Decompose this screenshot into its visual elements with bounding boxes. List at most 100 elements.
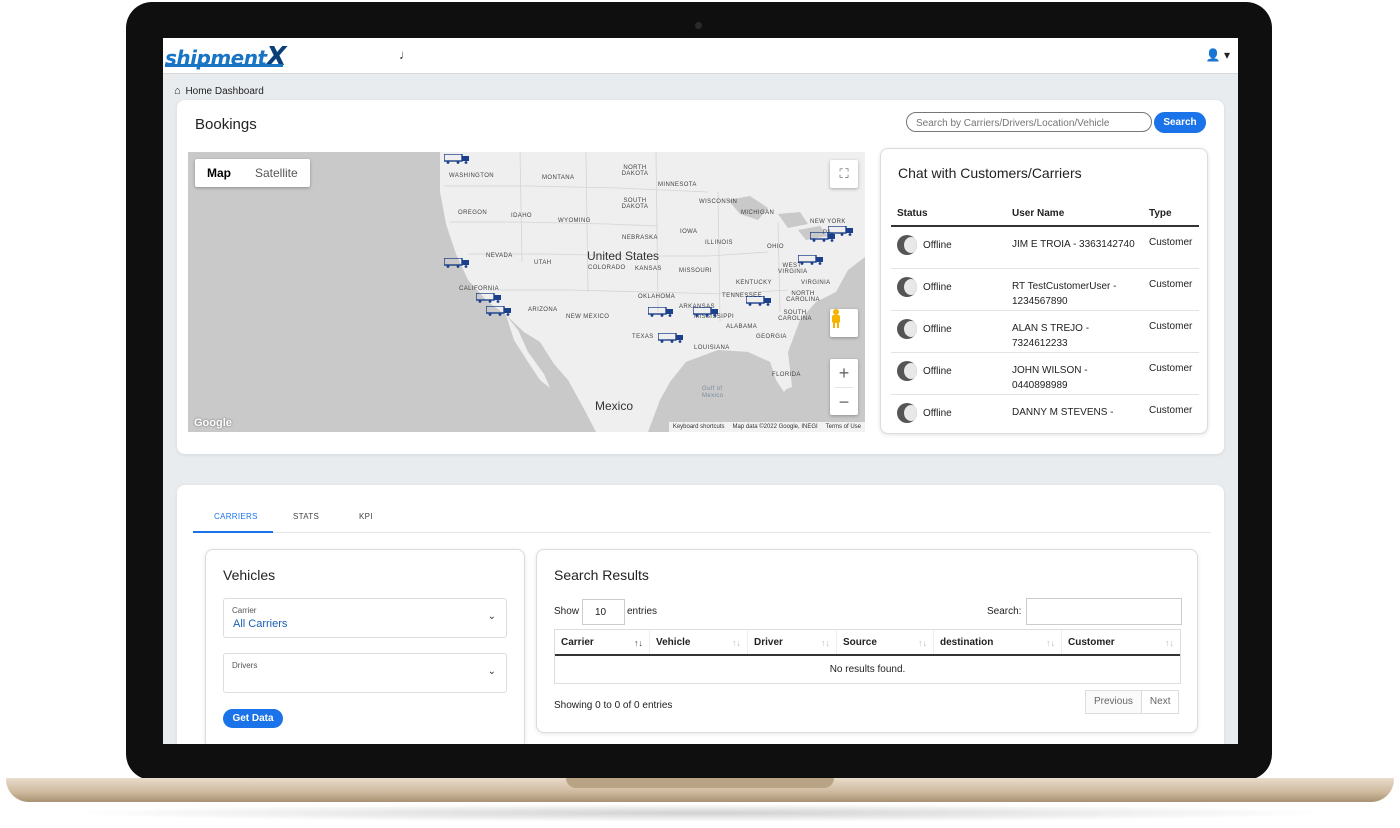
tab-stats[interactable]: STATS bbox=[293, 512, 319, 521]
empty-results-message: No results found. bbox=[829, 664, 906, 675]
user-menu-icon[interactable]: 👤 ▾ bbox=[1206, 48, 1230, 62]
tab-carriers[interactable]: CARRIERS bbox=[214, 512, 258, 521]
chat-username: ALAN S TREJO - 7324612233 bbox=[1012, 323, 1090, 349]
fullscreen-icon[interactable]: ⛶ bbox=[830, 160, 858, 188]
chat-row[interactable]: Offline JIM E TROIA - 3363142740 Custome… bbox=[891, 227, 1199, 269]
chat-status: Offline bbox=[923, 282, 952, 293]
map-type-satellite[interactable]: Satellite bbox=[243, 159, 310, 187]
chat-col-type: Type bbox=[1149, 207, 1172, 219]
chat-row[interactable]: Offline RT TestCustomerUser - 1234567890… bbox=[891, 269, 1199, 311]
google-logo: Google bbox=[194, 417, 232, 429]
avatar-icon bbox=[897, 319, 917, 339]
map-label-state: WISCONSIN bbox=[699, 199, 738, 205]
breadcrumb: ⌂ Home Dashboard bbox=[174, 85, 264, 97]
bookings-title: Bookings bbox=[195, 116, 257, 133]
map-label-mexico: Mexico bbox=[595, 399, 634, 413]
map-label-state: MICHIGAN bbox=[741, 210, 775, 216]
terms-of-use-link[interactable]: Terms of Use bbox=[826, 424, 861, 430]
map-label-state: NEVADA bbox=[486, 253, 513, 259]
table-info: Showing 0 to 0 of 0 entries bbox=[554, 700, 673, 711]
truck-marker-icon[interactable] bbox=[486, 306, 512, 316]
zoom-in-button[interactable]: + bbox=[839, 359, 850, 387]
truck-marker-icon[interactable] bbox=[828, 226, 854, 236]
chat-row[interactable]: Offline DANNY M STEVENS - Customer bbox=[891, 395, 1199, 433]
map-label-state: VIRGINIA bbox=[801, 280, 831, 286]
map-label-state: NEW MEXICO bbox=[566, 314, 610, 320]
col-carrier[interactable]: Carrier ↑↓ bbox=[555, 630, 650, 654]
map-label-gulf-mexico: Mexico bbox=[702, 393, 724, 399]
map-label-state: UTAH bbox=[534, 260, 552, 266]
sort-icon: ↑↓ bbox=[732, 638, 741, 648]
chat-col-status: Status bbox=[897, 207, 928, 219]
col-destination-label: destination bbox=[940, 637, 994, 648]
col-driver[interactable]: Driver ↑↓ bbox=[748, 630, 837, 654]
next-button[interactable]: Next bbox=[1142, 691, 1179, 713]
search-results-title: Search Results bbox=[554, 567, 649, 583]
chat-type: Customer bbox=[1149, 237, 1193, 248]
active-tab-indicator bbox=[193, 531, 273, 533]
keyboard-shortcuts-link[interactable]: Keyboard shortcuts bbox=[673, 424, 725, 430]
map-label-state: COLORADO bbox=[588, 265, 626, 271]
map-label-state: KANSAS bbox=[635, 266, 662, 272]
map-label-state: NEBRASKA bbox=[622, 235, 658, 241]
truck-marker-icon[interactable] bbox=[746, 296, 772, 306]
map-label-state: ILLINOIS bbox=[705, 240, 733, 246]
table-search-input[interactable] bbox=[1026, 598, 1182, 625]
previous-button[interactable]: Previous bbox=[1086, 691, 1142, 713]
map-label-state: FLORIDA bbox=[772, 372, 801, 378]
col-vehicle[interactable]: Vehicle ↑↓ bbox=[650, 630, 748, 654]
truck-marker-icon[interactable] bbox=[444, 154, 470, 164]
home-icon[interactable]: ⌂ bbox=[174, 85, 181, 97]
booking-search-input[interactable] bbox=[907, 114, 1151, 133]
truck-marker-icon[interactable] bbox=[648, 307, 674, 317]
map-label-state: OHIO bbox=[767, 244, 784, 250]
map-label-state: WASHINGTON bbox=[449, 173, 495, 179]
map-label-state: SOUTH DAKOTA bbox=[621, 198, 649, 210]
map-label-state: LOUISIANA bbox=[694, 345, 730, 351]
laptop-base-notch bbox=[566, 778, 834, 788]
map-type-map[interactable]: Map bbox=[195, 159, 243, 187]
breadcrumb-home-dashboard[interactable]: Home Dashboard bbox=[185, 86, 263, 97]
truck-marker-icon[interactable] bbox=[476, 293, 502, 303]
map-label-state: ARIZONA bbox=[528, 307, 558, 313]
search-button[interactable]: Search bbox=[1154, 112, 1206, 133]
chat-username: JOHN WILSON - 0440898989 bbox=[1012, 365, 1088, 391]
get-data-button[interactable]: Get Data bbox=[223, 709, 283, 728]
carrier-select-value: All Carriers bbox=[233, 618, 288, 630]
entries-length-input[interactable] bbox=[582, 599, 625, 625]
shipmentx-logo[interactable]: shipmentX bbox=[165, 42, 287, 72]
col-source[interactable]: Source ↑↓ bbox=[837, 630, 934, 654]
show-label: Show bbox=[554, 606, 580, 617]
truck-marker-icon[interactable] bbox=[658, 333, 684, 343]
chat-table-header: Status User Name Type bbox=[891, 201, 1199, 227]
col-destination[interactable]: destination ↑↓ bbox=[934, 630, 1062, 654]
map-label-state: CALIFORNIA bbox=[459, 286, 500, 292]
map-data-attribution: Map data ©2022 Google, INEGI bbox=[732, 424, 818, 430]
col-customer[interactable]: Customer ↑↓ bbox=[1062, 630, 1180, 654]
entries-label: entries bbox=[627, 606, 658, 617]
col-source-label: Source bbox=[843, 637, 877, 648]
map-footer: Keyboard shortcuts Map data ©2022 Google… bbox=[668, 422, 865, 432]
truck-marker-icon[interactable] bbox=[693, 307, 719, 317]
chat-status: Offline bbox=[923, 366, 952, 377]
bookings-map[interactable]: Map Satellite ⛶ + − United States Mexico… bbox=[188, 152, 865, 432]
avatar-icon bbox=[897, 403, 917, 423]
truck-marker-icon[interactable] bbox=[798, 255, 824, 265]
chat-row[interactable]: Offline JOHN WILSON - 0440898989 Custome… bbox=[891, 353, 1199, 395]
chat-status: Offline bbox=[923, 240, 952, 251]
truck-marker-icon[interactable] bbox=[444, 258, 470, 268]
zoom-out-button[interactable]: − bbox=[835, 386, 853, 416]
chat-username: DANNY M STEVENS - bbox=[1012, 407, 1114, 418]
drivers-select[interactable]: Drivers ⌄ bbox=[223, 653, 507, 693]
carrier-select[interactable]: Carrier All Carriers ⌄ bbox=[223, 598, 507, 638]
chat-col-username: User Name bbox=[1012, 207, 1065, 219]
sort-icon: ↑↓ bbox=[918, 638, 927, 648]
chevron-down-icon: ⌄ bbox=[487, 666, 496, 677]
sort-icon: ↑↓ bbox=[1046, 638, 1055, 648]
search-results-card: Search Results Show entries Search: Carr… bbox=[536, 549, 1198, 733]
pegman-icon[interactable] bbox=[830, 309, 858, 337]
avatar-icon bbox=[897, 235, 917, 255]
tab-kpi[interactable]: KPI bbox=[359, 512, 373, 521]
music-note-icon: ♩ bbox=[399, 47, 412, 62]
chat-row[interactable]: Offline ALAN S TREJO - 7324612233 Custom… bbox=[891, 311, 1199, 353]
